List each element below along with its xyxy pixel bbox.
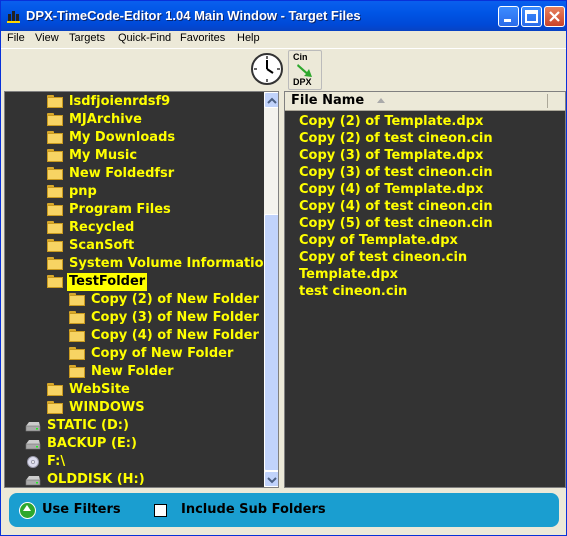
- close-icon: [549, 11, 560, 22]
- tree-item-label: MJArchive: [69, 112, 142, 127]
- clock-icon[interactable]: [250, 52, 284, 86]
- tree-item-label: lsdfjoienrdsf9: [69, 94, 171, 109]
- close-button[interactable]: [544, 6, 565, 27]
- file-list-item[interactable]: Copy of test cineon.cin: [299, 249, 467, 266]
- folder-icon: [69, 329, 85, 342]
- file-list-item[interactable]: Copy (4) of Template.dpx: [299, 181, 483, 198]
- main-window: DPX-TimeCode-Editor 1.04 Main Window - T…: [0, 0, 567, 536]
- file-list-item[interactable]: Copy (5) of test cineon.cin: [299, 215, 493, 232]
- cin-to-dpx-button[interactable]: Cin DPX: [288, 50, 322, 90]
- folder-icon: [47, 95, 63, 108]
- green-arrow-icon: [297, 64, 312, 77]
- folder-icon: [47, 167, 63, 180]
- use-filters-label[interactable]: Use Filters: [42, 502, 121, 517]
- maximize-button[interactable]: [521, 6, 542, 27]
- folder-icon: [69, 347, 85, 360]
- menu-file[interactable]: File: [7, 32, 25, 44]
- folder-icon: [47, 113, 63, 126]
- tree-scrollbar[interactable]: [264, 92, 278, 487]
- folder-icon: [47, 203, 63, 216]
- file-name-column-header[interactable]: File Name: [285, 92, 565, 111]
- chevron-down-icon: [267, 477, 277, 484]
- file-list-item[interactable]: Copy (3) of Template.dpx: [299, 147, 483, 164]
- folder-icon: [47, 239, 63, 252]
- hard-drive-icon: [25, 476, 41, 486]
- hard-drive-icon: [25, 440, 41, 450]
- menu-targets[interactable]: Targets: [69, 32, 105, 44]
- sort-ascending-icon: [377, 98, 385, 103]
- menu-view[interactable]: View: [35, 32, 59, 44]
- column-separator[interactable]: [547, 94, 548, 108]
- tree-item-label: Recycled: [69, 220, 135, 235]
- tree-item-label: OLDDISK (H:): [47, 472, 145, 487]
- tree-item-label: Copy (4) of New Folder: [91, 328, 259, 343]
- file-list-item[interactable]: Copy (3) of test cineon.cin: [299, 164, 493, 181]
- cd-drive-icon: [27, 456, 39, 468]
- open-folder-icon: [47, 275, 63, 288]
- scroll-up-button[interactable]: [264, 92, 278, 108]
- title-bar[interactable]: DPX-TimeCode-Editor 1.04 Main Window - T…: [1, 1, 566, 31]
- file-list-item[interactable]: Template.dpx: [299, 266, 398, 283]
- cin-label: Cin: [293, 52, 308, 62]
- tree-item-label: Copy (2) of New Folder: [91, 292, 259, 307]
- window-title: DPX-TimeCode-Editor 1.04 Main Window - T…: [26, 8, 361, 23]
- file-list-item[interactable]: Copy (2) of Template.dpx: [299, 113, 483, 130]
- menu-quick-find[interactable]: Quick-Find: [118, 32, 171, 44]
- tree-item-label: F:\: [47, 454, 66, 469]
- file-list-item[interactable]: Copy of Template.dpx: [299, 232, 458, 249]
- tree-item-label: TestFolder: [67, 273, 148, 291]
- menu-favorites[interactable]: Favorites: [180, 32, 225, 44]
- tree-item-label: Copy of New Folder: [91, 346, 234, 361]
- tree-item-label: ScanSoft: [69, 238, 135, 253]
- folder-icon: [47, 401, 63, 414]
- tree-item-label: WINDOWS: [69, 400, 145, 415]
- tree-item-label: pnp: [69, 184, 97, 199]
- folder-icon: [47, 149, 63, 162]
- app-icon: [7, 11, 20, 23]
- include-sub-folders-checkbox[interactable]: [154, 504, 167, 517]
- use-filters-icon[interactable]: [19, 502, 36, 519]
- filter-bar: Use Filters Include Sub Folders: [9, 493, 559, 527]
- maximize-icon: [525, 10, 538, 23]
- folder-icon: [47, 185, 63, 198]
- folder-icon: [47, 221, 63, 234]
- folder-icon: [69, 365, 85, 378]
- tree-item-label: My Music: [69, 148, 138, 163]
- menu-bar: File View Targets Quick-Find Favorites Help: [1, 31, 566, 48]
- tree-item-label: STATIC (D:): [47, 418, 129, 433]
- folder-tree-pane[interactable]: lsdfjoienrdsf9 MJArchive My Downloads My Mu…: [4, 91, 279, 488]
- tree-item-label: BACKUP (E:): [47, 436, 137, 451]
- folder-icon: [47, 257, 63, 270]
- scroll-thumb[interactable]: [264, 214, 278, 471]
- file-list-pane[interactable]: File Name Copy (2) of Template.dpx Copy (…: [284, 91, 566, 488]
- file-list-item[interactable]: Copy (4) of test cineon.cin: [299, 198, 493, 215]
- folder-icon: [47, 383, 63, 396]
- tree-item-label: Program Files: [69, 202, 171, 217]
- file-list-item[interactable]: Copy (2) of test cineon.cin: [299, 130, 493, 147]
- tree-item-label: System Volume Information: [69, 256, 273, 271]
- minimize-button[interactable]: [498, 6, 519, 27]
- tree-item-label: New Foldedfsr: [69, 166, 175, 181]
- tree-item-label: New Folder: [91, 364, 174, 379]
- hard-drive-icon: [25, 422, 41, 432]
- column-header-label: File Name: [291, 93, 365, 108]
- tree-item-label: My Downloads: [69, 130, 176, 145]
- file-list-item[interactable]: test cineon.cin: [299, 283, 407, 300]
- include-sub-folders-label[interactable]: Include Sub Folders: [181, 502, 326, 517]
- scroll-down-button[interactable]: [264, 471, 278, 487]
- dpx-label: DPX: [293, 77, 312, 87]
- chevron-up-icon: [267, 97, 277, 104]
- folder-icon: [69, 293, 85, 306]
- menu-help[interactable]: Help: [237, 32, 260, 44]
- tree-item-label: WebSite: [69, 382, 130, 397]
- folder-icon: [47, 131, 63, 144]
- folder-icon: [69, 311, 85, 324]
- tree-item-label: Copy (3) of New Folder: [91, 310, 259, 325]
- minimize-icon: [504, 19, 511, 22]
